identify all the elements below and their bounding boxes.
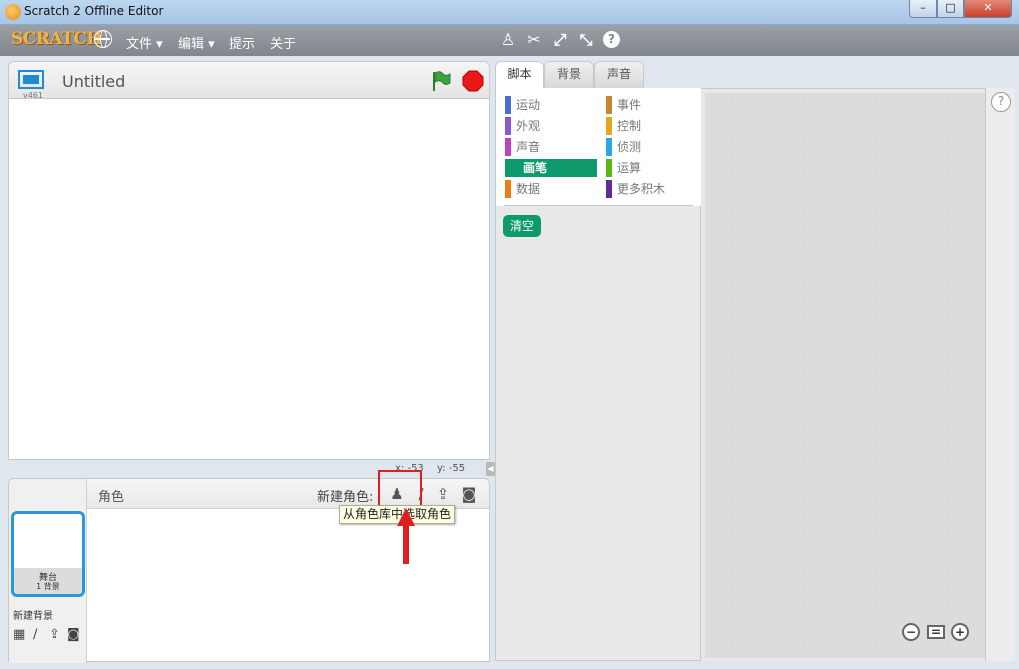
category-operators[interactable]: 运算 [606,159,698,177]
collapse-stage-icon[interactable]: ◀ [486,462,495,476]
category-color-bar [606,96,612,114]
zoom-out-button[interactable]: − [902,623,920,641]
category-label: 侦测 [617,140,642,154]
menu-about[interactable]: 关于 [270,33,296,52]
maximize-button[interactable]: □ [937,0,964,18]
category-motion[interactable]: 运动 [505,96,597,114]
script-area[interactable] [701,88,985,661]
help-icon[interactable]: ? [991,92,1011,112]
block-palette: 运动 外观 声音 画笔 数据 事件 控制 侦测 运算 更多积木 清空 [495,88,702,661]
category-data[interactable]: 数据 [505,180,597,198]
category-control[interactable]: 控制 [606,117,698,135]
scratch-cat-icon [5,4,21,20]
red-arrow-annotation [397,508,415,564]
zoom-in-icon: + [954,625,966,639]
tab-backdrops[interactable]: 背景 [544,61,594,88]
tab-scripts[interactable]: 脚本 [495,61,544,89]
menu-file[interactable]: 文件 ▾ [126,33,163,52]
category-color-bar [606,117,612,135]
category-label: 外观 [516,119,541,133]
stop-sign-icon[interactable] [462,70,484,92]
mouse-y-readout: y: -55 [437,463,466,474]
category-color-bar [606,138,612,156]
shrink-icon[interactable]: ⤡ [577,31,595,49]
category-events[interactable]: 事件 [606,96,698,114]
upload-backdrop-icon[interactable]: ⇪ [49,627,60,642]
paint-backdrop-icon[interactable]: ∕ [33,627,37,642]
new-backdrop-label: 新建背景 [13,611,53,622]
zoom-out-icon: − [905,625,917,639]
green-flag-icon[interactable] [430,70,452,92]
presentation-mode-icon[interactable] [18,70,44,89]
category-label: 数据 [516,182,541,196]
delete-scissors-icon[interactable]: ✂ [525,31,543,49]
project-title-input[interactable]: Untitled [62,72,125,91]
menu-edit[interactable]: 编辑 ▾ [178,33,215,52]
category-color-bar [505,96,511,114]
script-grid[interactable] [705,93,985,658]
menu-bar: SCRATCH 文件 ▾ 编辑 ▾ 提示 关于 ♙ ✂ ⤢ ⤡ ? [0,25,1019,56]
category-color-bar [505,180,511,198]
category-sound[interactable]: 声音 [505,138,597,156]
help-rail: ? [985,88,1015,661]
category-color-bar [606,180,612,198]
category-label: 更多积木 [617,182,666,196]
scratch-logo[interactable]: SCRATCH [11,29,102,49]
block-clear[interactable]: 清空 [503,215,541,237]
duplicate-stamp-icon[interactable]: ♙ [499,31,517,49]
stage-thumbnail[interactable]: 舞台 1 背景 [11,511,85,597]
sprites-label: 角色 [98,490,125,505]
category-pen[interactable]: 画笔 [505,159,597,177]
window-title: Scratch 2 Offline Editor [24,4,164,18]
category-label: 控制 [617,119,642,133]
tab-sounds[interactable]: 声音 [594,61,644,88]
stage-backdrop-count: 1 背景 [36,582,60,591]
stage-column: 舞台 1 背景 新建背景 ▦ ∕ ⇪ ◙ [9,479,87,663]
camera-backdrop-icon[interactable]: ◙ [67,627,80,642]
stage-thumbnail-footer: 舞台 1 背景 [14,568,82,594]
zoom-in-button[interactable]: + [951,623,969,641]
stage-canvas[interactable] [8,99,490,460]
editor-tabs: 脚本 背景 声音 [495,61,1015,89]
category-label: 画笔 [523,161,548,175]
category-sensing[interactable]: 侦测 [606,138,698,156]
category-color-bar [606,159,612,177]
close-button[interactable]: ✕ [964,0,1012,18]
category-more-blocks[interactable]: 更多积木 [606,180,698,198]
category-label: 运动 [516,98,541,112]
category-color-bar [505,117,511,135]
grow-icon[interactable]: ⤢ [551,31,569,49]
minimize-button[interactable]: – [909,0,937,18]
category-looks[interactable]: 外观 [505,117,597,135]
category-label: 事件 [617,98,642,112]
camera-sprite-icon[interactable]: ◙ [459,484,479,504]
title-bar: Scratch 2 Offline Editor – □ ✕ [0,0,1019,25]
palette-divider [504,205,693,206]
category-label: 运算 [617,161,642,175]
block-help-icon[interactable]: ? [603,31,620,48]
highlight-box [378,470,422,510]
menu-tips[interactable]: 提示 [229,33,255,52]
upload-sprite-icon[interactable]: ⇪ [433,484,453,504]
zoom-reset-button[interactable]: = [927,625,945,639]
new-sprite-label: 新建角色: [317,490,374,505]
category-color-bar [505,138,511,156]
zoom-reset-icon: = [930,625,942,639]
backdrop-library-icon[interactable]: ▦ [13,627,25,642]
category-list: 运动 外观 声音 画笔 数据 事件 控制 侦测 运算 更多积木 [496,88,702,206]
language-globe-icon[interactable] [94,30,112,48]
category-label: 声音 [516,140,541,154]
stage-header: v461 Untitled [8,61,490,100]
